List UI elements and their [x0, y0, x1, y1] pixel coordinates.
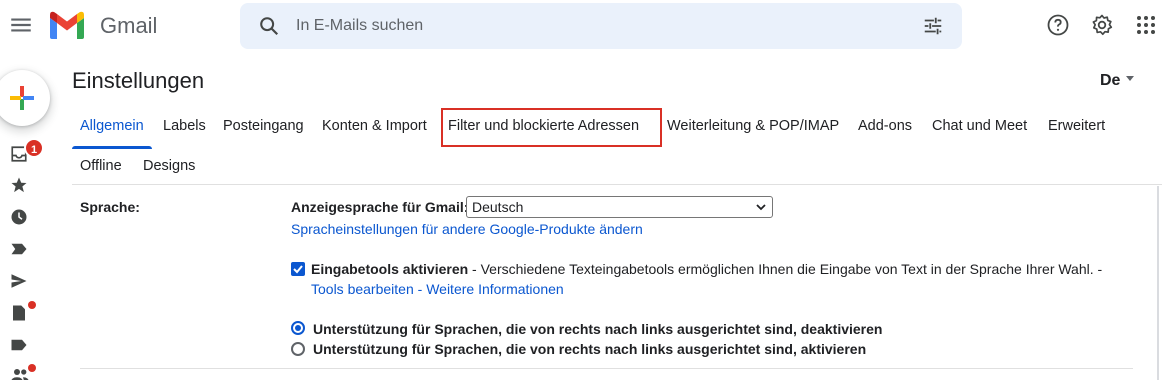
- caret-down-icon: [1126, 76, 1135, 81]
- display-language-value: Deutsch: [472, 199, 524, 215]
- tab-forwarding-pop-imap[interactable]: Weiterleitung & POP/IMAP: [667, 118, 839, 134]
- tab-labels[interactable]: Labels: [163, 118, 206, 134]
- active-tab-indicator: [72, 146, 152, 149]
- main-menu-icon[interactable]: [8, 12, 34, 38]
- rtl-enable-label: Unterstützung für Sprachen, die von rech…: [313, 341, 867, 357]
- highlight-annotation-box: [441, 108, 662, 147]
- input-language-toggle[interactable]: De: [1100, 72, 1135, 90]
- page-title: Einstellungen: [72, 68, 205, 93]
- rtl-disable-radio[interactable]: [291, 321, 305, 335]
- search-options-icon[interactable]: [922, 15, 944, 37]
- gmail-logo[interactable]: [48, 10, 88, 40]
- other-products-language-link[interactable]: Spracheinstellungen für andere Google-Pr…: [291, 221, 643, 237]
- brand-name: Gmail: [100, 13, 158, 38]
- search-icon[interactable]: [258, 15, 280, 37]
- starred-icon[interactable]: [10, 176, 30, 196]
- sent-icon[interactable]: [10, 272, 30, 292]
- snoozed-clock-icon[interactable]: [10, 208, 30, 228]
- group-notification-dot: [28, 364, 36, 372]
- more-info-link[interactable]: Weitere Informationen: [426, 281, 563, 297]
- rtl-disable-label: Unterstützung für Sprachen, die von rech…: [313, 321, 883, 337]
- drafts-icon[interactable]: [10, 304, 30, 324]
- label-icon[interactable]: [10, 336, 30, 356]
- section-divider: [80, 368, 1133, 369]
- tab-chat-meet[interactable]: Chat und Meet: [932, 118, 1027, 134]
- section-label-language: Sprache:: [80, 199, 140, 215]
- display-language-label: Anzeigesprache für Gmail:: [291, 199, 469, 215]
- display-language-select[interactable]: Deutsch: [466, 196, 773, 218]
- settings-gear-icon[interactable]: [1090, 13, 1114, 37]
- input-tools-links: Tools bearbeiten - Weitere Informationen: [311, 281, 564, 297]
- inbox-unread-badge: 1: [24, 138, 44, 158]
- left-rail: 1: [0, 52, 56, 380]
- rtl-enable-radio[interactable]: [291, 342, 305, 356]
- input-tools-row: Eingabetools aktivieren - Verschiedene T…: [311, 261, 1102, 277]
- input-tools-checkbox[interactable]: [291, 262, 305, 276]
- checkmark-icon: [293, 265, 303, 274]
- tab-addons[interactable]: Add-ons: [858, 118, 912, 134]
- apps-grid-icon[interactable]: [1134, 13, 1158, 37]
- tab-general[interactable]: Allgemein: [80, 118, 144, 134]
- important-icon[interactable]: [10, 240, 30, 260]
- edit-tools-link[interactable]: Tools bearbeiten: [311, 281, 414, 297]
- top-bar: Gmail: [0, 0, 1162, 52]
- compose-button[interactable]: [0, 70, 50, 126]
- tab-accounts-import[interactable]: Konten & Import: [322, 118, 427, 134]
- tab-advanced[interactable]: Erweitert: [1048, 118, 1105, 134]
- tabs-divider: [72, 184, 1162, 185]
- input-tools-description: - Verschiedene Texteingabetools ermöglic…: [468, 261, 1103, 277]
- chevron-down-icon: [756, 204, 766, 211]
- tab-themes[interactable]: Designs: [143, 158, 195, 174]
- group-icon[interactable]: [10, 366, 30, 380]
- tab-inbox[interactable]: Posteingang: [223, 118, 304, 134]
- help-icon[interactable]: [1046, 13, 1070, 37]
- search-input[interactable]: [296, 13, 896, 39]
- input-tools-label: Eingabetools aktivieren: [311, 261, 469, 277]
- scrollbar[interactable]: [1157, 186, 1159, 380]
- links-separator: -: [413, 281, 427, 297]
- language-indicator: De: [1100, 72, 1121, 89]
- drafts-notification-dot: [28, 301, 36, 309]
- tab-offline[interactable]: Offline: [80, 158, 122, 174]
- search-bar[interactable]: [240, 3, 962, 49]
